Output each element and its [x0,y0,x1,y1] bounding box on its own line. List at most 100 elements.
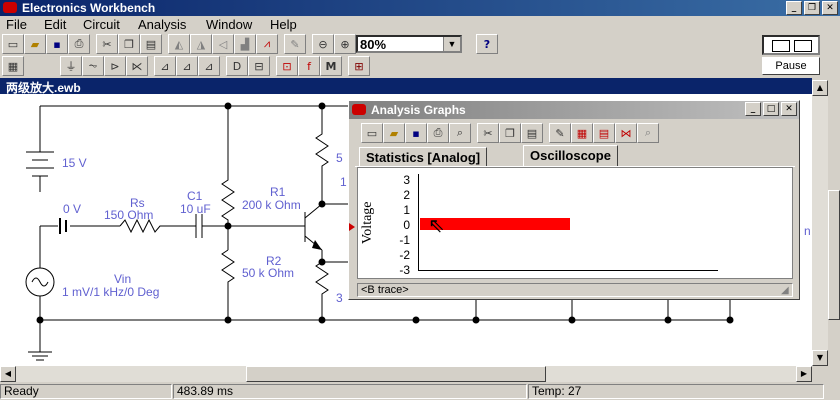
partial-label-5: 5 [336,151,343,165]
tab-statistics[interactable]: Statistics [Analog] [359,147,488,167]
app-title: Electronics Workbench [22,1,156,15]
controls-bin-icon[interactable]: f [298,56,320,76]
zoom-out-icon[interactable]: ⊖ [312,34,334,54]
subcircuit-icon[interactable]: ▟ [234,34,256,54]
minimize-button[interactable]: _ [786,1,802,15]
analysis-paste-icon[interactable]: ▤ [521,123,543,143]
help-button[interactable]: ? [476,34,498,54]
analysis-toolbar: ▭ ▰ ▪ ⎙ ⌕ ✂ ❐ ▤ ✎ ▦ ▤ ⋈ ⌕ [361,123,659,143]
status-ready: Ready [0,384,172,399]
analysis-title-bar[interactable]: Analysis Graphs _ □ ✕ [349,101,799,119]
y-tick: -1 [399,233,410,247]
indicators-bin-icon[interactable]: ⊡ [276,56,298,76]
menu-bar: File Edit Circuit Analysis Window Help [0,16,840,34]
graph-icon[interactable]: ⩘ [256,34,278,54]
scroll-up-icon[interactable]: ▲ [812,80,828,96]
print-preview-icon[interactable]: ⌕ [449,123,471,143]
restore-graph-icon[interactable]: ⌕ [637,123,659,143]
outer-scroll-thumb[interactable] [828,190,840,320]
mixed-ics-bin-icon[interactable]: ⊿ [176,56,198,76]
print-icon[interactable]: ⎙ [68,34,90,54]
analysis-save-icon[interactable]: ▪ [405,123,427,143]
zoom-select[interactable]: 80% ▼ [356,35,462,53]
toggle-legend-icon[interactable]: ▤ [593,123,615,143]
analog-ics-bin-icon[interactable]: ⊿ [154,56,176,76]
cut-icon[interactable]: ✂ [96,34,118,54]
component-properties-icon[interactable]: ✎ [284,34,306,54]
menu-help[interactable]: Help [270,17,297,32]
rotate-icon[interactable]: ◭ [168,34,190,54]
menu-analysis[interactable]: Analysis [138,17,186,32]
switch-on-icon [794,40,812,52]
new-file-icon[interactable]: ▭ [2,34,24,54]
restore-button[interactable]: ❐ [804,1,820,15]
digital-bin-icon[interactable]: ⊟ [248,56,270,76]
analysis-cut-icon[interactable]: ✂ [477,123,499,143]
close-button[interactable]: ✕ [822,1,838,15]
y-tick: 1 [403,203,410,217]
c1-name: C1 [187,189,203,203]
analysis-copy-icon[interactable]: ❐ [499,123,521,143]
partial-label-n: n [804,224,811,238]
transistors-bin-icon[interactable]: ⋉ [126,56,148,76]
vertical-scrollbar[interactable]: ▲ ▼ [812,80,828,366]
flip-vertical-icon[interactable]: ◁ [212,34,234,54]
tab-oscilloscope[interactable]: Oscilloscope [523,145,618,167]
menu-file[interactable]: File [6,17,27,32]
properties-icon[interactable]: ✎ [549,123,571,143]
analysis-open-icon[interactable]: ▰ [383,123,405,143]
menu-circuit[interactable]: Circuit [83,17,120,32]
copy-icon[interactable]: ❐ [118,34,140,54]
y-tick: -2 [399,248,410,262]
basic-bin-icon[interactable]: ⏦ [82,56,104,76]
menu-window[interactable]: Window [206,17,252,32]
switch-off-icon [772,40,790,52]
paste-icon[interactable]: ▤ [140,34,162,54]
toggle-cursors-icon[interactable]: ⋈ [615,123,637,143]
app-title-bar: Electronics Workbench _ ❐ ✕ [0,0,840,16]
save-icon[interactable]: ▪ [46,34,68,54]
trace-status: <B trace> [357,283,793,297]
horizontal-scrollbar[interactable]: ◀ ▶ [0,366,812,382]
analysis-maximize-button[interactable]: □ [763,102,779,116]
app-icon [3,2,17,13]
menu-edit[interactable]: Edit [44,17,66,32]
analysis-title: Analysis Graphs [371,103,466,117]
analysis-new-icon[interactable]: ▭ [361,123,383,143]
y-tick: 0 [403,218,410,232]
power-switch[interactable] [762,35,820,55]
right-edge [828,80,840,366]
scroll-left-icon[interactable]: ◀ [0,366,16,382]
scroll-right-icon[interactable]: ▶ [796,366,812,382]
miscellaneous-bin-icon[interactable]: M [320,56,342,76]
scroll-thumb[interactable] [246,366,546,382]
y-tick: -3 [399,263,410,277]
c1-value: 10 uF [180,202,211,216]
vin-name: Vin [114,272,132,286]
r1-value: 200 k Ohm [242,198,301,212]
analysis-print-icon[interactable]: ⎙ [427,123,449,143]
scroll-down-icon[interactable]: ▼ [812,350,828,366]
instruments-bin-icon[interactable]: ⊞ [348,56,370,76]
resize-grip-icon[interactable]: ◢ [781,285,793,297]
y-tick: 3 [403,173,410,187]
analysis-minimize-button[interactable]: _ [745,102,761,116]
sources-bin-icon[interactable]: ⏚ [60,56,82,76]
status-bar: Ready 483.89 ms Temp: 27 [0,383,840,400]
toggle-grid-icon[interactable]: ▦ [571,123,593,143]
open-folder-icon[interactable]: ▰ [24,34,46,54]
analysis-close-button[interactable]: ✕ [781,102,797,116]
favorites-bin-icon[interactable]: ▦ [2,56,24,76]
oscilloscope-graph[interactable]: Voltage 3 2 1 0 -1 -2 -3 ⇖ [357,167,793,279]
diodes-bin-icon[interactable]: ⊳ [104,56,126,76]
y-axis-line [418,174,419,270]
x-axis-line [418,270,718,271]
analysis-graphs-window[interactable]: Analysis Graphs _ □ ✕ ▭ ▰ ▪ ⎙ ⌕ ✂ ❐ ▤ ✎ … [348,100,800,300]
logic-gates-bin-icon[interactable]: D [226,56,248,76]
zoom-in-icon[interactable]: ⊕ [334,34,356,54]
chevron-down-icon[interactable]: ▼ [443,37,460,51]
flip-horizontal-icon[interactable]: ◮ [190,34,212,54]
trace-marker-icon [349,223,355,231]
digital-ics-bin-icon[interactable]: ⊿ [198,56,220,76]
pause-button[interactable]: Pause [762,57,820,75]
